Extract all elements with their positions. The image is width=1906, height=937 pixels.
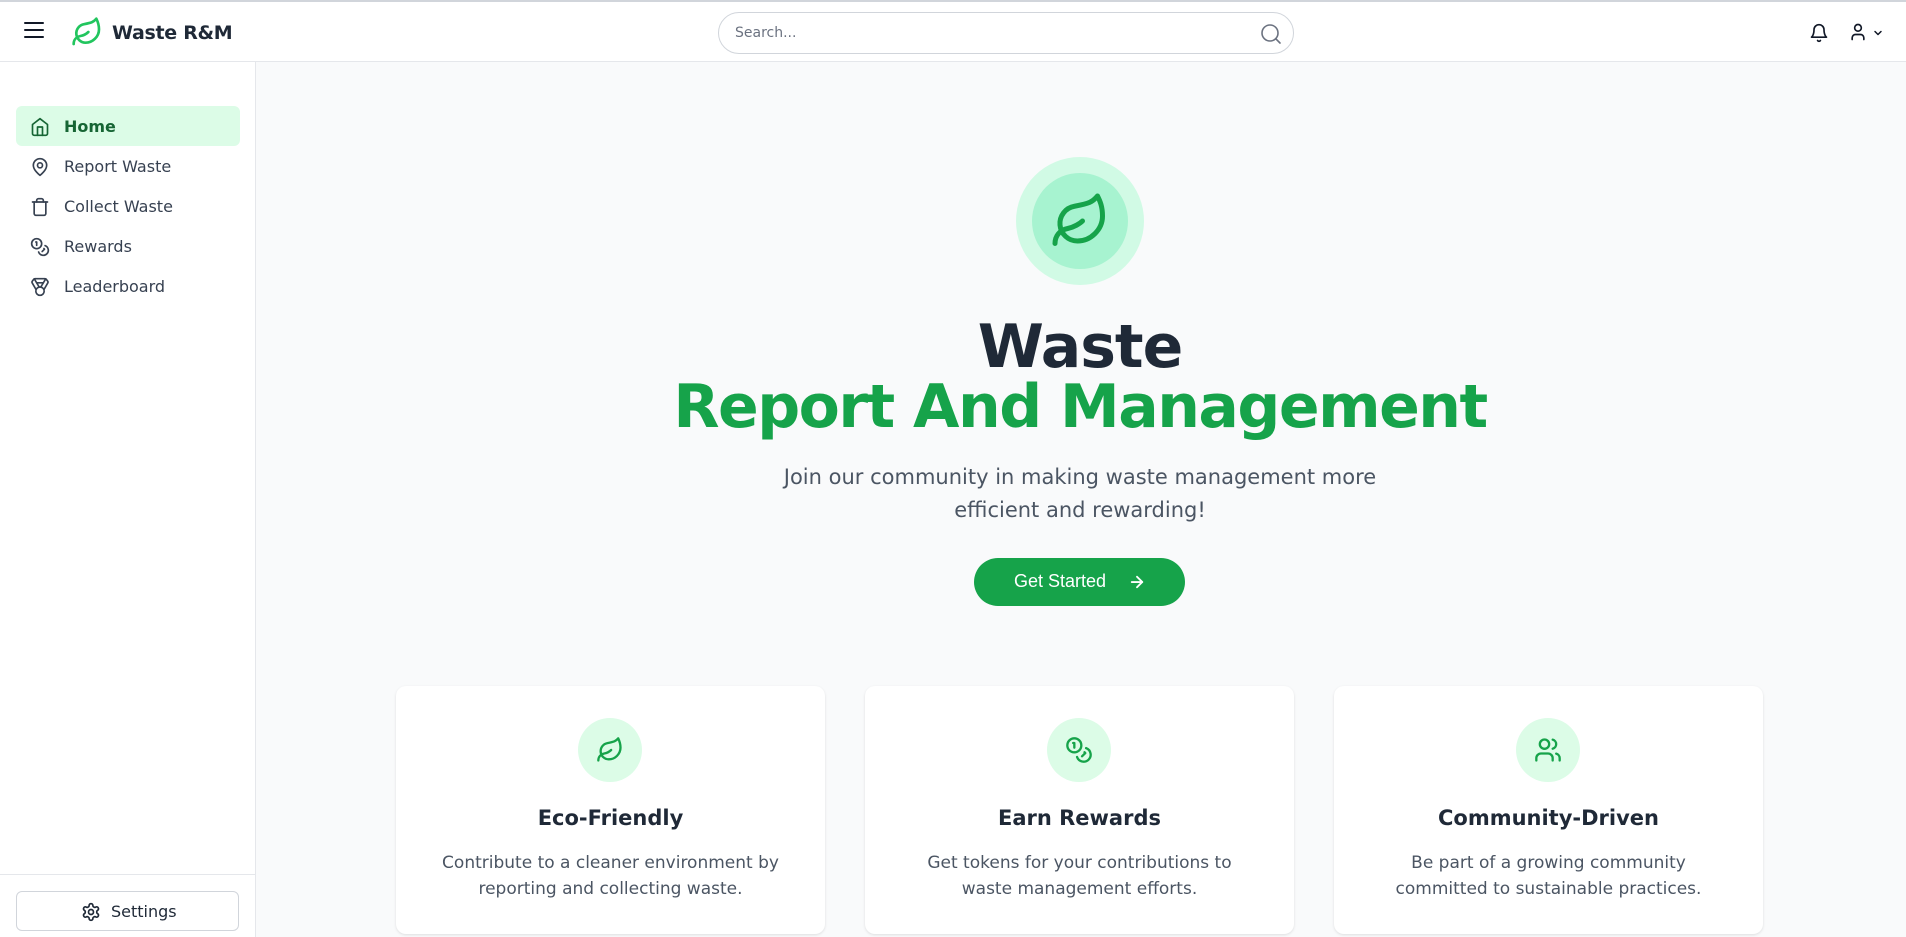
feature-card-community-driven: Community-Driven Be part of a growing co… — [1334, 686, 1763, 934]
top-header: Waste R&M — [0, 0, 1906, 62]
medal-icon — [31, 277, 49, 297]
hero-title: Waste — [977, 312, 1184, 382]
sidebar-item-label: Rewards — [64, 237, 132, 256]
feature-card-eco-friendly: Eco-Friendly Contribute to a cleaner env… — [396, 686, 825, 934]
sidebar-item-label: Report Waste — [64, 157, 172, 176]
get-started-label: Get Started — [1014, 571, 1107, 591]
home-icon — [31, 117, 49, 137]
feature-description: Get tokens for your contributions to was… — [927, 853, 1232, 899]
leaf-icon — [72, 17, 101, 46]
search-bar — [718, 12, 1294, 54]
menu-icon[interactable] — [24, 22, 48, 42]
get-started-button[interactable]: Get Started — [974, 558, 1185, 606]
feature-title: Eco-Friendly — [537, 806, 684, 830]
search-input[interactable] — [735, 13, 1235, 53]
users-icon — [1535, 738, 1561, 762]
coins-icon — [30, 237, 50, 257]
bell-icon[interactable] — [1809, 22, 1829, 44]
sidebar-footer: Settings — [0, 874, 255, 937]
sidebar-item-leaderboard[interactable]: Leaderboard — [16, 266, 240, 306]
gear-icon — [82, 902, 100, 922]
sidebar-item-collect-waste[interactable]: Collect Waste — [16, 186, 240, 226]
sidebar-item-label: Collect Waste — [64, 197, 173, 216]
feature-icon-badge — [578, 718, 642, 782]
brand-name[interactable]: Waste R&M — [112, 22, 233, 44]
feature-card-earn-rewards: Earn Rewards Get tokens for your contrib… — [865, 686, 1294, 934]
arrow-right-icon — [1130, 575, 1144, 589]
sidebar-item-label: Home — [64, 117, 116, 136]
feature-description: Contribute to a cleaner environment by r… — [442, 853, 779, 899]
leaf-icon — [597, 737, 622, 762]
sidebar-nav: Home Report Waste Collect Waste Rewards … — [16, 106, 240, 306]
trash-icon — [31, 197, 49, 217]
sidebar-item-home[interactable]: Home — [16, 106, 240, 146]
feature-icon-badge — [1047, 718, 1111, 782]
hero-subtitle: Report And Management — [673, 372, 1488, 442]
sidebar: Home Report Waste Collect Waste Rewards … — [0, 62, 256, 937]
chevron-down-icon — [1874, 30, 1882, 36]
settings-button[interactable]: Settings — [16, 891, 239, 931]
search-icon[interactable] — [1259, 22, 1283, 46]
feature-title: Community-Driven — [1437, 806, 1659, 830]
leaf-icon — [1052, 193, 1105, 246]
sidebar-item-report-waste[interactable]: Report Waste — [16, 146, 240, 186]
user-menu-button[interactable] — [1848, 22, 1888, 44]
feature-description: Be part of a growing community committed… — [1395, 853, 1702, 899]
sidebar-item-label: Leaderboard — [64, 277, 166, 296]
map-pin-icon — [32, 157, 48, 177]
hero-logo-badge — [1016, 157, 1144, 285]
feature-title: Earn Rewards — [997, 806, 1161, 830]
sidebar-item-rewards[interactable]: Rewards — [16, 226, 240, 266]
coins-icon — [1066, 737, 1092, 763]
settings-label: Settings — [111, 902, 177, 921]
feature-icon-badge — [1516, 718, 1580, 782]
hero-description: Join our community in making waste manag… — [783, 465, 1377, 522]
user-icon — [1851, 23, 1865, 41]
